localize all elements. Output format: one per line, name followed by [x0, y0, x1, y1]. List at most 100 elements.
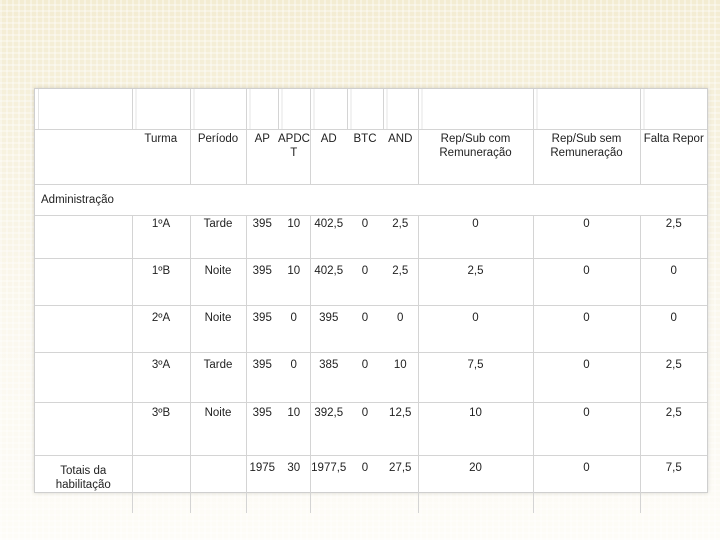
cell-turma: 1ºB: [132, 258, 191, 306]
cell-rep-com: 2,5: [418, 258, 534, 306]
area-empty: [310, 184, 347, 216]
row-left-cell: [35, 402, 133, 456]
strip-cell: [418, 89, 534, 130]
cell-falta-repor: 0: [640, 258, 707, 306]
cell-periodo: Noite: [190, 305, 247, 353]
header-rep-com: Rep/Sub com Remuneração: [418, 129, 534, 185]
cell-and: 2,5: [383, 215, 419, 259]
cell-btc: 0: [347, 352, 383, 403]
cell-periodo: Tarde: [190, 215, 247, 259]
totals-rep-com: 20: [418, 455, 534, 513]
area-empty: [383, 184, 418, 216]
totals-row: Totais da habilitação 1975 30 1977,5 0 2…: [35, 455, 707, 513]
header-and: AND: [383, 129, 419, 185]
strip-cell: [278, 89, 311, 130]
cell-rep-sem: 0: [533, 352, 641, 403]
totals-turma: [132, 455, 191, 513]
habilitacao-table: Turma Período AP APDC T AD BTC AND Rep/S…: [35, 89, 707, 513]
area-empty: [132, 184, 190, 216]
strip-cell: [533, 89, 641, 130]
cell-turma: 2ºA: [132, 305, 191, 353]
area-empty: [278, 184, 310, 216]
cell-periodo: Noite: [190, 258, 247, 306]
cell-falta-repor: 2,5: [640, 215, 707, 259]
row-left-cell: [35, 258, 133, 306]
cell-ad: 402,5: [310, 258, 347, 306]
cell-rep-sem: 0: [533, 305, 641, 353]
cell-apdct: 10: [278, 402, 311, 456]
cell-rep-sem: 0: [533, 215, 641, 259]
cell-and: 10: [383, 352, 419, 403]
cell-btc: 0: [347, 258, 383, 306]
table-row: 3ºA Tarde 395 0 385 0 10 7,5 0 2,5: [35, 352, 707, 403]
header-falta-repor: Falta Repor: [640, 129, 707, 185]
header-turma: Turma: [132, 129, 191, 185]
strip-cell: [132, 89, 191, 130]
cell-btc: 0: [347, 215, 383, 259]
cell-apdct: 0: [278, 352, 311, 403]
cell-ap: 395: [246, 305, 278, 353]
area-empty: [533, 184, 640, 216]
totals-falta-repor: 7,5: [665, 462, 682, 474]
cell-apdct: 10: [278, 258, 311, 306]
strip-cell: [310, 89, 348, 130]
cell-and: 2,5: [383, 258, 419, 306]
table-row: 3ºB Noite 395 10 392,5 0 12,5 10 0 2,5: [35, 402, 707, 456]
cell-falta-repor: 2,5: [640, 352, 707, 403]
cell-apdct: 0: [278, 305, 311, 353]
row-left-cell: [35, 305, 133, 353]
cell-ap: 395: [246, 352, 278, 403]
cell-ad: 395: [310, 305, 347, 353]
totals-ad: 1977,5: [311, 462, 347, 474]
cell-ad: 392,5: [310, 402, 347, 456]
area-label: Administração: [35, 184, 132, 216]
cell-ap: 395: [246, 258, 278, 306]
area-row: Administração: [35, 184, 707, 216]
cell-apdct: 10: [278, 215, 311, 259]
cell-periodo: Noite: [190, 402, 247, 456]
totals-label: Totais da habilitação: [35, 455, 133, 513]
cell-and: 12,5: [383, 402, 419, 456]
top-strip-row: [35, 89, 707, 130]
row-left-cell: [35, 215, 133, 259]
cell-periodo: Tarde: [190, 352, 247, 403]
strip-cell: [383, 89, 419, 130]
cell-ad: 385: [310, 352, 347, 403]
cell-ap: 395: [246, 215, 278, 259]
cell-ad: 402,5: [310, 215, 347, 259]
strip-cell: [35, 89, 133, 130]
cell-rep-com: 10: [418, 402, 534, 456]
cell-rep-com: 7,5: [418, 352, 534, 403]
totals-btc: 0: [361, 462, 369, 474]
cell-rep-sem: 0: [533, 258, 641, 306]
totals-apdct: 30: [278, 455, 311, 513]
header-row: Turma Período AP APDC T AD BTC AND Rep/S…: [35, 129, 707, 185]
cell-falta-repor: 2,5: [640, 402, 707, 456]
area-empty: [246, 184, 278, 216]
totals-rep-sem: 0: [533, 455, 641, 513]
cell-turma: 3ºA: [132, 352, 191, 403]
cell-turma: 1ºA: [132, 215, 191, 259]
cell-and: 0: [383, 305, 419, 353]
strip-cell: [640, 89, 707, 130]
header-btc: BTC: [347, 129, 383, 185]
strip-cell: [246, 89, 279, 130]
header-periodo: Período: [190, 129, 247, 185]
header-empty: [35, 129, 132, 185]
header-ad: AD: [310, 129, 347, 185]
area-empty: [418, 184, 533, 216]
area-empty: [347, 184, 383, 216]
cell-rep-com: 0: [418, 305, 534, 353]
cell-btc: 0: [347, 402, 383, 456]
totals-and: 27,5: [383, 455, 419, 513]
table-row: 2ºA Noite 395 0 395 0 0 0 0 0: [35, 305, 707, 353]
header-rep-sem: Rep/Sub sem Remuneração: [533, 129, 641, 185]
table-row: 1ºA Tarde 395 10 402,5 0 2,5 0 0 2,5: [35, 215, 707, 259]
slide-sheet: Turma Período AP APDC T AD BTC AND Rep/S…: [34, 88, 708, 513]
cell-ap: 395: [246, 402, 278, 456]
table-row: 1ºB Noite 395 10 402,5 0 2,5 2,5 0 0: [35, 258, 707, 306]
cell-rep-sem: 0: [533, 402, 641, 456]
area-empty: [640, 184, 707, 216]
header-ap: AP: [246, 129, 278, 185]
cell-turma: 3ºB: [132, 402, 191, 456]
